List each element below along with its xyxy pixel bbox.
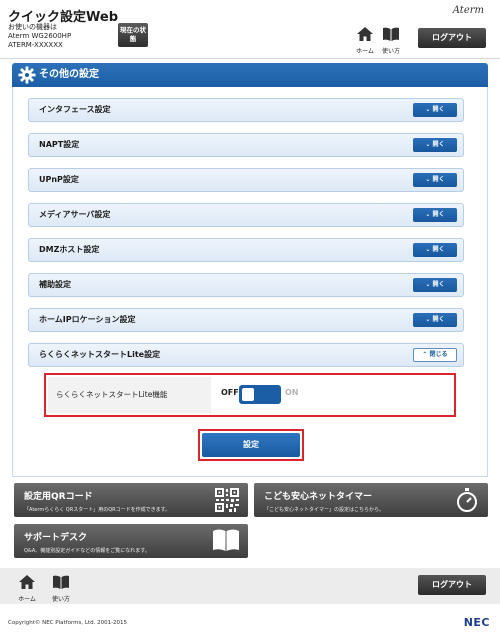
toggle-on-label: ON	[285, 388, 299, 397]
timer-tile-desc: 「こども安心ネットタイマー」の設定はこちらから。	[264, 507, 385, 513]
section-label: UPnP設定	[39, 175, 79, 184]
open-button[interactable]: ⌄ 開く	[413, 173, 457, 187]
footer-bar: ホーム 使い方 ログアウト	[0, 568, 500, 604]
model-info: お使いの機器は Aterm WG2600HP ATERM-XXXXXX	[8, 23, 71, 50]
model-ssid: ATERM-XXXXXX	[8, 41, 63, 49]
section-label: ホームIPロケーション設定	[39, 315, 136, 324]
lite-function-row: らくらくネットスタートLite機能 OFF ON	[44, 373, 456, 417]
open-label: 開く	[432, 246, 445, 253]
model-caption: お使いの機器は	[8, 23, 57, 31]
qr-tile-desc: 「Atermらくらく QRスタート」用のQRコードを作成できます。	[24, 507, 171, 513]
open-label: 開く	[432, 141, 445, 148]
section-interface[interactable]: インタフェース設定 ⌄ 開く	[28, 98, 464, 122]
section-label: インタフェース設定	[39, 105, 111, 114]
open-button[interactable]: ⌄ 開く	[413, 278, 457, 292]
aterm-logo: Aterm	[452, 5, 484, 16]
chevron-down-icon: ⌄	[425, 316, 431, 323]
model-name: Aterm WG2600HP	[8, 32, 72, 40]
home-link[interactable]: ホーム	[352, 26, 378, 55]
section-label: メディアサーバ設定	[39, 210, 111, 219]
footer-home-link[interactable]: ホーム	[14, 574, 40, 603]
logout-button[interactable]: ログアウト	[418, 28, 486, 48]
toggle-knob[interactable]	[242, 388, 254, 401]
open-label: 開く	[432, 316, 445, 323]
open-label: 開く	[432, 106, 445, 113]
open-label: 開く	[432, 281, 445, 288]
copyright: Copyright© NEC Platforms, Ltd. 2001-2015	[8, 620, 128, 626]
footer-logout-label: ログアウト	[432, 580, 472, 589]
open-button[interactable]: ⌄ 開く	[413, 138, 457, 152]
footer-usage-label: 使い方	[51, 596, 70, 603]
section-label: らくらくネットスタートLite設定	[39, 350, 161, 359]
panel-title: その他の設定	[39, 69, 99, 80]
timer-tile-title: こども安心ネットタイマー	[264, 492, 373, 502]
section-label: NAPT設定	[39, 140, 80, 149]
section-napt[interactable]: NAPT設定 ⌄ 開く	[28, 133, 464, 157]
qr-code-tile[interactable]: 設定用QRコード 「Atermらくらく QRスタート」用のQRコードを作成できま…	[14, 483, 248, 517]
chevron-down-icon: ⌄	[425, 281, 431, 288]
kids-net-timer-tile[interactable]: こども安心ネットタイマー 「こども安心ネットタイマー」の設定はこちらから。	[254, 483, 488, 517]
lite-function-toggle[interactable]	[239, 385, 281, 404]
close-button[interactable]: ⌃ 閉じる	[413, 348, 457, 362]
open-button[interactable]: ⌄ 開く	[413, 243, 457, 257]
section-media-server[interactable]: メディアサーバ設定 ⌄ 開く	[28, 203, 464, 227]
support-desk-tile[interactable]: サポートデスク Q&A、機能別設定ガイドなどの情報をご覧になれます。	[14, 524, 248, 558]
home-icon	[19, 575, 35, 589]
status-button-label: 現在の状態	[120, 26, 146, 43]
chevron-down-icon: ⌄	[425, 141, 431, 148]
section-auxiliary[interactable]: 補助設定 ⌄ 開く	[28, 273, 464, 297]
open-label: 開く	[432, 176, 445, 183]
qr-code-icon	[215, 488, 239, 512]
section-label: DMZホスト設定	[39, 245, 100, 254]
current-status-button[interactable]: 現在の状態	[118, 23, 148, 47]
section-upnp[interactable]: UPnP設定 ⌄ 開く	[28, 168, 464, 192]
chevron-down-icon: ⌄	[425, 176, 431, 183]
open-button[interactable]: ⌄ 開く	[413, 208, 457, 222]
submit-label: 設定	[243, 440, 259, 449]
chevron-up-icon: ⌃	[422, 351, 428, 358]
close-label: 閉じる	[429, 351, 448, 358]
header-divider	[0, 58, 500, 59]
logout-label: ログアウト	[432, 33, 472, 42]
section-rakuraku-lite[interactable]: らくらくネットスタートLite設定 ⌃ 閉じる	[28, 343, 464, 367]
usage-link[interactable]: 使い方	[378, 26, 404, 55]
open-button[interactable]: ⌄ 開く	[413, 313, 457, 327]
book-icon	[383, 27, 399, 41]
footer-logout-button[interactable]: ログアウト	[418, 575, 486, 595]
chevron-down-icon: ⌄	[425, 211, 431, 218]
qr-tile-title: 設定用QRコード	[24, 492, 93, 502]
chevron-down-icon: ⌄	[425, 106, 431, 113]
chevron-down-icon: ⌄	[425, 246, 431, 253]
header: クイック設定Web お使いの機器は Aterm WG2600HP ATERM-X…	[0, 0, 500, 58]
book-icon	[213, 529, 239, 551]
support-tile-title: サポートデスク	[24, 533, 88, 543]
panel-header: その他の設定	[12, 63, 488, 87]
open-label: 開く	[432, 211, 445, 218]
section-home-ip-location[interactable]: ホームIPロケーション設定 ⌄ 開く	[28, 308, 464, 332]
gear-icon	[18, 66, 36, 84]
lite-function-label: らくらくネットスタートLite機能	[48, 377, 211, 413]
footer-usage-link[interactable]: 使い方	[48, 574, 74, 603]
stopwatch-icon	[457, 488, 477, 512]
section-label: 補助設定	[39, 280, 71, 289]
footer-home-label: ホーム	[18, 596, 36, 603]
nec-logo: NEC	[463, 616, 490, 629]
home-icon	[357, 27, 373, 41]
open-button[interactable]: ⌄ 開く	[413, 103, 457, 117]
support-tile-desc: Q&A、機能別設定ガイドなどの情報をご覧になれます。	[24, 548, 150, 554]
usage-label: 使い方	[381, 48, 400, 55]
section-dmz-host[interactable]: DMZホスト設定 ⌄ 開く	[28, 238, 464, 262]
submit-button[interactable]: 設定	[202, 433, 300, 457]
home-label: ホーム	[356, 48, 374, 55]
book-icon	[53, 575, 69, 589]
toggle-off-label: OFF	[221, 388, 239, 397]
